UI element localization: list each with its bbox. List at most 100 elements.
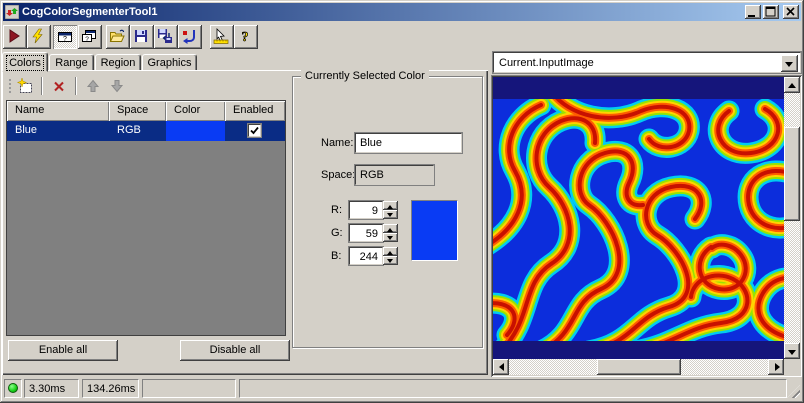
app-icon bbox=[5, 5, 19, 19]
cell-space: RGB bbox=[109, 121, 166, 141]
help-button[interactable]: ? bbox=[234, 25, 258, 49]
vertical-scrollbar[interactable] bbox=[784, 77, 800, 359]
scrollbar-corner bbox=[784, 359, 800, 375]
spin-down-button[interactable] bbox=[383, 210, 398, 219]
group-title: Currently Selected Color bbox=[301, 70, 429, 82]
resize-grip[interactable] bbox=[787, 385, 800, 398]
svg-text:?: ? bbox=[242, 30, 249, 44]
horizontal-scrollbar[interactable] bbox=[493, 359, 784, 375]
spin-up-button[interactable] bbox=[383, 224, 398, 233]
tab-label: Range bbox=[55, 57, 88, 69]
name-field[interactable]: Blue bbox=[354, 132, 463, 154]
cell-enabled bbox=[225, 121, 285, 141]
titlebar[interactable]: CogColorSegmenterTool1 bbox=[3, 3, 801, 21]
move-down-icon bbox=[110, 80, 124, 93]
tab-colors[interactable]: Colors bbox=[2, 52, 48, 72]
save-file-button[interactable] bbox=[130, 25, 154, 49]
spin-up-button[interactable] bbox=[383, 247, 398, 256]
live-run-button[interactable] bbox=[27, 25, 51, 49]
save-image-button[interactable] bbox=[154, 25, 178, 49]
status-exec-time: 3.30ms bbox=[24, 379, 79, 398]
close-button[interactable] bbox=[783, 5, 799, 19]
spin-down-button[interactable] bbox=[383, 256, 398, 265]
toolbar-separator bbox=[41, 77, 43, 95]
move-down-button[interactable] bbox=[106, 76, 128, 96]
vertical-scroll-thumb[interactable] bbox=[784, 127, 800, 221]
window-title: CogColorSegmenterTool1 bbox=[22, 6, 158, 18]
scroll-left-button[interactable] bbox=[493, 359, 509, 375]
green-label: G: bbox=[331, 227, 343, 239]
toolbar-grip[interactable] bbox=[8, 78, 12, 94]
add-color-button[interactable] bbox=[14, 76, 36, 96]
status-panel-empty bbox=[142, 379, 236, 398]
horizontal-scroll-thumb[interactable] bbox=[597, 359, 681, 375]
column-header-name[interactable]: Name bbox=[7, 101, 109, 121]
enable-all-button[interactable]: Enable all bbox=[8, 340, 118, 361]
combobox-value: Current.InputImage bbox=[499, 57, 594, 69]
tool-edit-window: CogColorSegmenterTool1 ? ? ? Colors Rang… bbox=[0, 0, 804, 403]
help-icon: ? bbox=[241, 30, 249, 44]
color-preview-swatch bbox=[411, 200, 458, 261]
tab-region[interactable]: Region bbox=[95, 54, 141, 71]
maximize-button[interactable] bbox=[763, 5, 779, 19]
scroll-right-button[interactable] bbox=[768, 359, 784, 375]
spin-down-icon bbox=[387, 213, 393, 220]
minimize-icon bbox=[748, 15, 755, 17]
reset-button[interactable] bbox=[178, 25, 202, 49]
svg-text:?: ? bbox=[85, 36, 89, 43]
minimize-button[interactable] bbox=[745, 5, 761, 19]
spin-up-button[interactable] bbox=[383, 201, 398, 210]
reset-icon bbox=[183, 30, 195, 44]
image-display bbox=[491, 75, 802, 377]
close-icon bbox=[786, 7, 795, 16]
spin-down-button[interactable] bbox=[383, 233, 398, 242]
red-field[interactable]: 9 bbox=[348, 200, 384, 220]
live-run-icon bbox=[32, 28, 43, 44]
status-total-time: 134.26ms bbox=[82, 379, 139, 398]
input-image[interactable] bbox=[493, 99, 784, 341]
colors-tab-page: Name Space Color Enabled Blue RGB Enable… bbox=[2, 70, 488, 375]
column-header-space[interactable]: Space bbox=[109, 101, 166, 121]
tab-label: Region bbox=[100, 57, 136, 69]
delete-color-button[interactable] bbox=[48, 76, 70, 96]
move-up-button[interactable] bbox=[82, 76, 104, 96]
color-list-grid: Name Space Color Enabled Blue RGB bbox=[6, 100, 286, 336]
run-icon bbox=[9, 29, 20, 43]
position-tool-icon bbox=[213, 28, 229, 44]
delete-color-icon bbox=[54, 81, 64, 92]
checkbox-checked-icon bbox=[250, 126, 259, 135]
tab-graphics[interactable]: Graphics bbox=[142, 54, 197, 71]
green-spinner bbox=[383, 224, 398, 242]
spin-down-icon bbox=[387, 236, 393, 243]
blue-field[interactable]: 244 bbox=[348, 246, 384, 266]
red-label: R: bbox=[331, 204, 342, 216]
save-file-icon bbox=[135, 30, 147, 42]
image-source-combobox[interactable]: Current.InputImage bbox=[492, 51, 802, 74]
open-file-button[interactable] bbox=[106, 25, 130, 49]
scroll-down-button[interactable] bbox=[784, 343, 800, 359]
column-header-enabled[interactable]: Enabled bbox=[225, 101, 285, 121]
run-button[interactable] bbox=[3, 25, 27, 49]
float-panel-button[interactable]: ? bbox=[78, 25, 102, 49]
column-header-color[interactable]: Color bbox=[166, 101, 225, 121]
enabled-checkbox[interactable] bbox=[247, 123, 262, 138]
maximize-icon bbox=[765, 6, 776, 17]
tab-range[interactable]: Range bbox=[49, 54, 94, 71]
disable-all-button[interactable]: Disable all bbox=[180, 340, 290, 361]
spin-up-icon bbox=[387, 248, 393, 255]
tab-label: Colors bbox=[6, 55, 44, 71]
selected-color-group: Currently Selected Color Name: Blue Spac… bbox=[292, 70, 483, 348]
scroll-up-button[interactable] bbox=[784, 77, 800, 93]
add-color-icon bbox=[17, 78, 32, 93]
blue-spinner bbox=[383, 247, 398, 265]
save-image-icon bbox=[158, 29, 172, 43]
red-spinner bbox=[383, 201, 398, 219]
combobox-dropdown-button[interactable] bbox=[781, 55, 798, 72]
status-panel-empty bbox=[239, 379, 787, 398]
green-field[interactable]: 59 bbox=[348, 223, 384, 243]
cell-color-swatch bbox=[166, 121, 225, 141]
toolbar-separator bbox=[75, 77, 77, 95]
position-tool-button[interactable] bbox=[210, 25, 234, 49]
arrow-right-icon bbox=[775, 363, 784, 371]
image-panel-toggle-button[interactable]: ? bbox=[53, 25, 77, 49]
